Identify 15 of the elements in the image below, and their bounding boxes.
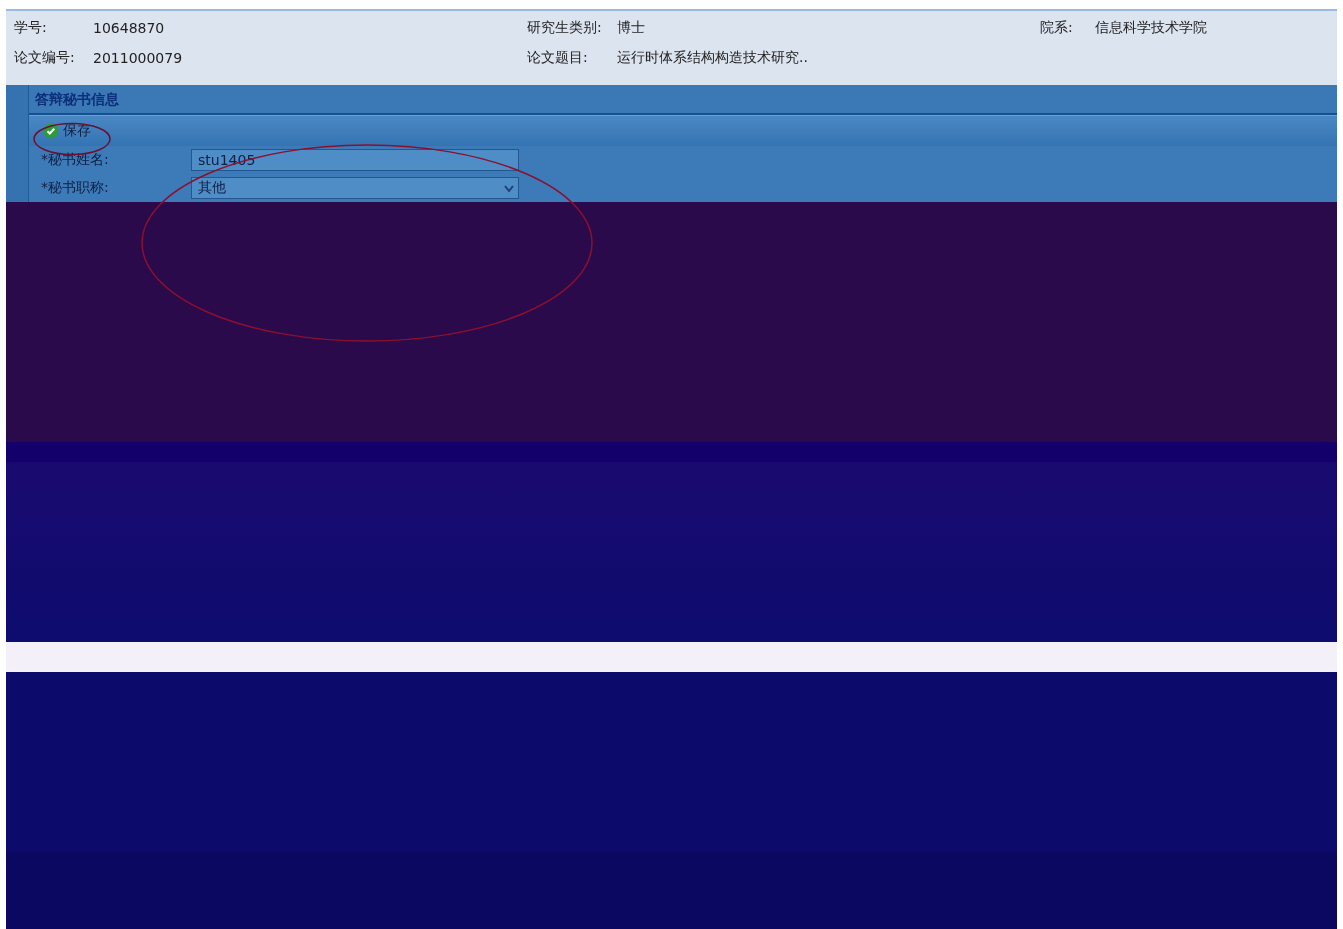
- field-label: *秘书职称:: [41, 179, 110, 198]
- input-field[interactable]: stu1405: [191, 149, 519, 172]
- check-icon: [43, 123, 59, 140]
- info-value: 博士: [617, 19, 645, 37]
- info-label: 论文编号:: [14, 49, 76, 67]
- info-label: 学号:: [14, 19, 48, 37]
- info-value: 信息科学技术学院: [1095, 19, 1207, 37]
- info-value: 运行时体系结构构造技术研究..: [617, 49, 808, 67]
- info-value: 2011000079: [93, 50, 183, 66]
- info-label: 院系:: [1040, 19, 1074, 37]
- info-label: 论文题目:: [527, 49, 589, 67]
- info-value: 10648870: [93, 20, 165, 36]
- info-label: 研究生类别:: [527, 19, 603, 37]
- field-label: *秘书姓名:: [41, 151, 110, 170]
- dropdown-field[interactable]: 其他: [191, 177, 519, 200]
